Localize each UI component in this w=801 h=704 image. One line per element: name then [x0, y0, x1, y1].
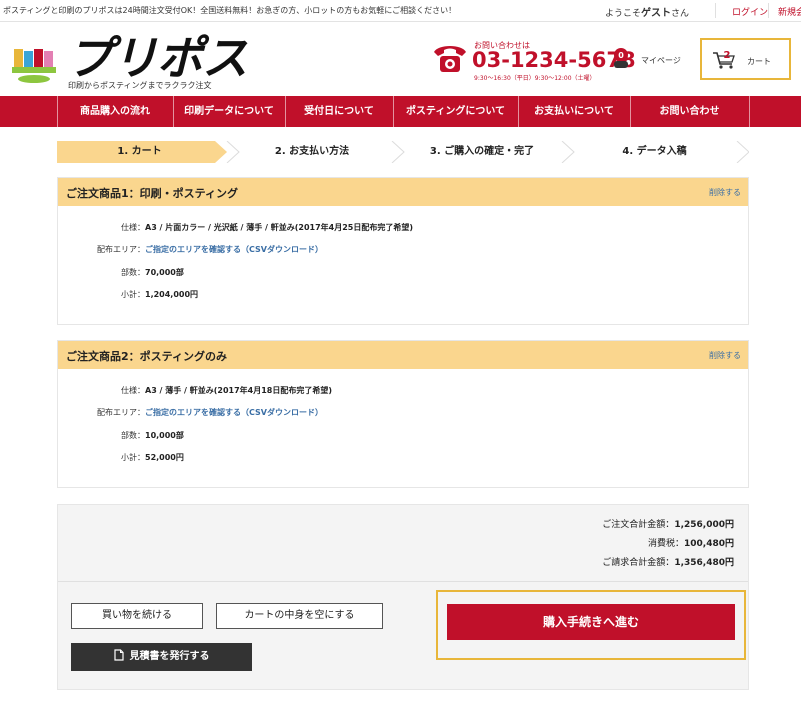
estimate-label: 見積書を発行する	[129, 651, 210, 662]
spec-row: 仕様：A3 / 片面カラー / 光沢紙 / 薄手 / 軒並み(2017年4月25…	[77, 222, 413, 233]
spec-label: 仕様：	[121, 386, 145, 395]
signup-link[interactable]: 新規会	[778, 5, 801, 18]
qty-row: 部数：10,000部	[77, 430, 184, 441]
delete-link[interactable]: 削除する	[709, 350, 741, 361]
logo-tagline: 印刷からポスティングまでラクラク注文	[68, 81, 212, 90]
subtotal-label: 小計：	[121, 290, 145, 299]
nav-divider	[749, 96, 750, 127]
area-row: 配布エリア：ご指定のエリアを確認する（CSVダウンロード）	[77, 244, 323, 255]
order-total-row: ご注文合計金額：1,256,000円	[602, 517, 734, 530]
subtotal-value: 52,000円	[145, 453, 184, 462]
nav-item-contact[interactable]: お問い合わせ	[630, 96, 749, 127]
mypage-badge: 0	[618, 51, 624, 60]
cart-icon: 2	[713, 50, 735, 69]
logo-text: プリポス	[67, 31, 248, 85]
summary-divider	[58, 581, 748, 582]
order-summary: ご注文合計金額：1,256,000円 消費税：100,480円 ご請求合計金額：…	[57, 504, 749, 690]
top-bar: ポスティングと印刷のプリポスは24時間注文受付OK！全国送料無料！お急ぎの方、小…	[0, 0, 801, 22]
step-payment-method: 2. お支払い方法	[274, 146, 350, 157]
nav-item-reception-date[interactable]: 受付日について	[285, 96, 393, 127]
area-csv-link[interactable]: ご指定のエリアを確認する（CSVダウンロード）	[145, 408, 323, 417]
divider	[768, 3, 769, 18]
area-label: 配布エリア：	[97, 408, 145, 417]
welcome-text: ようこそゲストさん	[605, 8, 690, 19]
nav-item-purchase-flow[interactable]: 商品購入の流れ	[57, 96, 173, 127]
mypage-label: マイページ	[641, 56, 681, 65]
billing-total-value: 1,356,480円	[674, 558, 734, 568]
billing-total-label: ご請求合計金額：	[602, 558, 675, 568]
step-data-submission: 4. データ入稿	[622, 146, 687, 157]
area-label: 配布エリア：	[97, 245, 145, 254]
order-item: ご注文商品1：印刷・ポスティング 削除する 仕様：A3 / 片面カラー / 光沢…	[57, 177, 749, 325]
empty-cart-button[interactable]: カートの中身を空にする	[216, 603, 383, 629]
nav-item-posting[interactable]: ポスティングについて	[393, 96, 518, 127]
subtotal-value: 1,204,000円	[145, 290, 199, 299]
spec-value: A3 / 薄手 / 軒並み(2017年4月18日配布完了希望)	[145, 386, 333, 395]
checkout-steps: 1. カート 2. お支払い方法 3. ご購入の確定・完了 4. データ入稿	[57, 141, 749, 163]
tax-value: 100,480円	[684, 539, 734, 549]
subtotal-row: 小計：1,204,000円	[77, 289, 198, 300]
login-link[interactable]: ログイン	[732, 5, 768, 18]
cart-label: カート	[747, 57, 771, 66]
spec-row: 仕様：A3 / 薄手 / 軒並み(2017年4月18日配布完了希望)	[77, 385, 332, 396]
cart-count: 2	[724, 50, 731, 61]
qty-value: 10,000部	[145, 431, 184, 440]
step-cart: 1. カート	[117, 146, 162, 157]
site-logo[interactable]: プリポス 印刷からポスティングまでラクラク注文	[12, 33, 248, 93]
phone-hours: 9:30〜16:30（平日）9:30〜12:00（土曜）	[474, 75, 596, 82]
proceed-highlight: 購入手続きへ進む	[436, 590, 746, 660]
order-title: ご注文商品1：印刷・ポスティング	[66, 187, 238, 200]
billing-total-row: ご請求合計金額：1,356,480円	[602, 555, 734, 568]
order-header: ご注文商品1：印刷・ポスティング 削除する	[58, 178, 748, 206]
divider	[715, 3, 716, 18]
tax-row: 消費税：100,480円	[648, 536, 734, 549]
spec-value: A3 / 片面カラー / 光沢紙 / 薄手 / 軒並み(2017年4月25日配布…	[145, 223, 414, 232]
qty-row: 部数：70,000部	[77, 267, 184, 278]
qty-label: 部数：	[121, 431, 145, 440]
delete-link[interactable]: 削除する	[709, 187, 741, 198]
step-confirm: 3. ご購入の確定・完了	[429, 146, 535, 157]
qty-value: 70,000部	[145, 268, 184, 277]
area-csv-link[interactable]: ご指定のエリアを確認する（CSVダウンロード）	[145, 245, 323, 254]
document-icon	[113, 649, 124, 661]
order-total-label: ご注文合計金額：	[602, 520, 675, 530]
user-icon: 0	[614, 48, 628, 68]
continue-shopping-button[interactable]: 買い物を続ける	[71, 603, 203, 629]
nav-item-print-data[interactable]: 印刷データについて	[173, 96, 285, 127]
estimate-button[interactable]: 見積書を発行する	[71, 643, 252, 671]
area-row: 配布エリア：ご指定のエリアを確認する（CSVダウンロード）	[77, 407, 323, 418]
nav-item-payment[interactable]: お支払いについて	[518, 96, 630, 127]
phone-icon	[434, 46, 466, 72]
order-title: ご注文商品2：ポスティングのみ	[66, 350, 227, 363]
tax-label: 消費税：	[647, 539, 684, 549]
subtotal-row: 小計：52,000円	[77, 452, 184, 463]
logo-mark-icon	[12, 49, 56, 83]
order-item: ご注文商品2：ポスティングのみ 削除する 仕様：A3 / 薄手 / 軒並み(20…	[57, 340, 749, 488]
top-notice: ポスティングと印刷のプリポスは24時間注文受付OK！全国送料無料！お急ぎの方、小…	[3, 6, 457, 15]
qty-label: 部数：	[121, 268, 145, 277]
spec-label: 仕様：	[121, 223, 145, 232]
phone-contact[interactable]: お問い合わせは 03-1234-5678 9:30〜16:30（平日）9:30〜…	[432, 40, 636, 84]
main-nav: 商品購入の流れ 印刷データについて 受付日について ポスティングについて お支払…	[0, 96, 801, 127]
subtotal-label: 小計：	[121, 453, 145, 462]
order-total-value: 1,256,000円	[674, 520, 734, 530]
order-header: ご注文商品2：ポスティングのみ 削除する	[58, 341, 748, 369]
cart-button[interactable]: 2 カート	[700, 38, 791, 80]
proceed-to-checkout-button[interactable]: 購入手続きへ進む	[447, 604, 735, 640]
